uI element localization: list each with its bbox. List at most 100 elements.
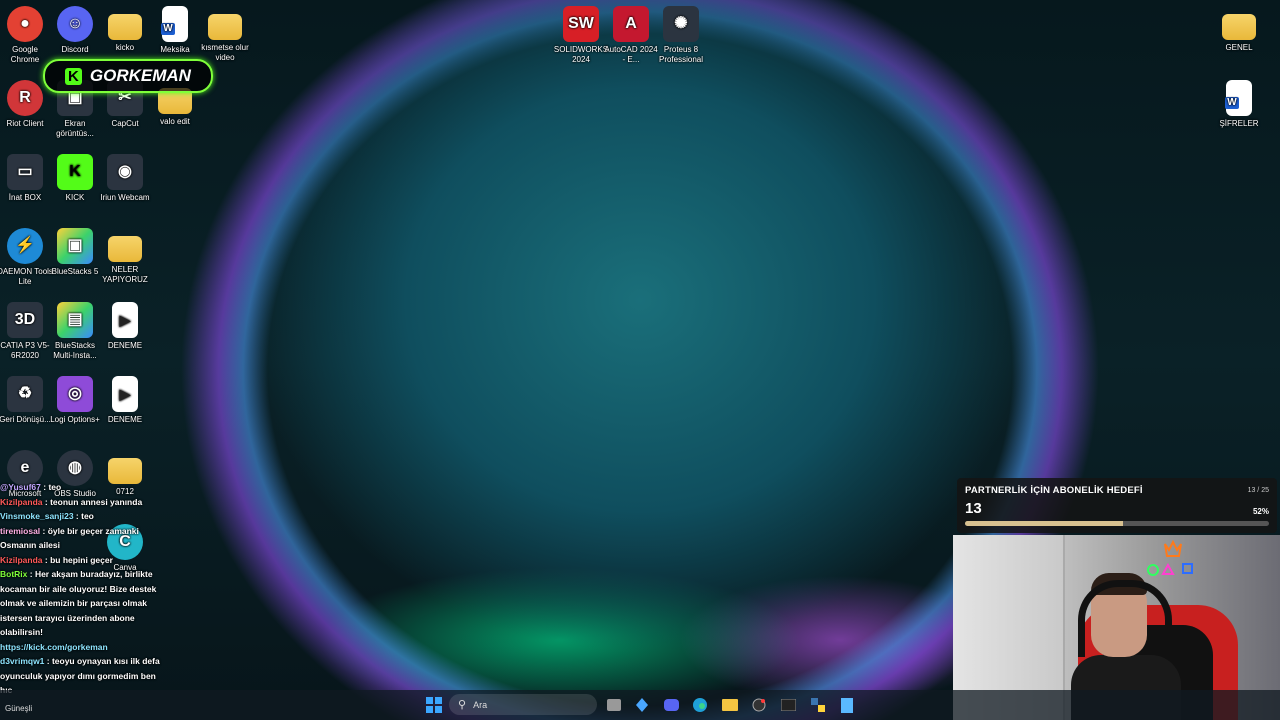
goal-current-count: 13 <box>965 500 982 517</box>
desktop-icon-label: valo edit <box>160 117 190 126</box>
daemon-icon: ⚡ <box>7 228 43 264</box>
kick-icon: K <box>57 154 93 190</box>
start-icon[interactable] <box>425 697 443 713</box>
folder-icon <box>108 236 142 262</box>
bluestacks-icon: ▣ <box>57 228 93 264</box>
desktop-icon[interactable]: ✺ Proteus 8 Professional <box>653 6 709 65</box>
search-placeholder: Ara <box>473 699 488 710</box>
desktop-icon-label: KICK <box>65 193 85 202</box>
file-explorer-icon[interactable] <box>721 697 739 713</box>
desktop-icon-label: Ekran görüntüs... <box>56 119 94 138</box>
chat-message: @Yusuf67 : teo <box>0 480 170 495</box>
video-file-icon: ▶ <box>112 302 138 338</box>
logi-icon: ◎ <box>57 376 93 412</box>
chat-message: Kizilpanda : teonun annesi yanında <box>0 495 170 510</box>
desktop-icon[interactable]: ▶ DENEME <box>97 376 153 425</box>
desktop-icon[interactable]: 3D CATIA P3 V5-6R2020 <box>0 302 53 361</box>
terminal-icon[interactable] <box>779 697 797 713</box>
desktop-icon[interactable]: SW SOLIDWORKS 2024 <box>553 6 609 65</box>
desktop-icon[interactable]: ▭ İnat BOX <box>0 154 53 203</box>
chat-message: https://kick.com/gorkeman <box>0 640 170 655</box>
riot-icon: R <box>7 80 43 116</box>
task-view-icon[interactable] <box>605 697 623 713</box>
tv-icon: ▭ <box>7 154 43 190</box>
desktop-icon[interactable]: ☺ Discord <box>47 6 103 55</box>
desktop-icon-label: GENEL <box>1225 43 1253 52</box>
desktop-icon[interactable]: ● Google Chrome <box>0 6 53 65</box>
folder-icon <box>1222 14 1256 40</box>
desktop-icon-label: Geri Dönüşü... <box>0 415 51 424</box>
notepad-icon[interactable] <box>838 697 856 713</box>
chat-message: Kizilpanda : bu hepini geçer <box>0 553 170 568</box>
word-document-icon: W <box>161 6 188 42</box>
desktop-icon[interactable]: K KICK <box>47 154 103 203</box>
desktop-icon[interactable]: ▶ DENEME <box>97 302 153 351</box>
recycle-bin-icon: ♻ <box>7 376 43 412</box>
desktop-icon[interactable]: ⚡ DAEMON Tools Lite <box>0 228 53 287</box>
python-icon[interactable] <box>809 697 827 713</box>
desktop-icon[interactable]: A AutoCAD 2024 - E... <box>603 6 659 65</box>
subscription-goal-widget: PARTNERLİK İÇİN ABONELİK HEDEFİ 13 13 / … <box>957 478 1277 533</box>
desktop-icon[interactable]: W ŞİFRELER <box>1211 80 1267 129</box>
kick-logo-letter: K <box>65 67 82 85</box>
desktop-icon[interactable]: GENEL <box>1211 6 1267 53</box>
desktop-icon-label: İnat BOX <box>8 193 42 202</box>
desktop-icon-label: Logi Options+ <box>50 415 100 424</box>
desktop-icon[interactable]: kısmetse olur video <box>197 6 253 63</box>
chat-username: BotRix <box>0 569 28 579</box>
discord-icon: ☺ <box>57 6 93 42</box>
chat-username: Vinsmoke_sanji23 <box>0 511 74 521</box>
steam-icon[interactable] <box>750 697 768 713</box>
chat-text[interactable]: https://kick.com/gorkeman <box>0 642 108 652</box>
desktop-icon-label: CapCut <box>111 119 139 128</box>
chat-message: BotRix : Her akşam buradayız, birlikte k… <box>0 567 170 640</box>
desktop-icon[interactable]: ▤ BlueStacks Multi-Insta... <box>47 302 103 361</box>
desktop-icon-label: ŞİFRELER <box>1219 119 1259 128</box>
taskbar-search[interactable]: ⚲ Ara <box>449 694 597 715</box>
catia-icon: 3D <box>7 302 43 338</box>
edge-taskbar-icon[interactable] <box>691 697 709 713</box>
desktop-icon-label: Meksika <box>160 45 190 54</box>
desktop-icon-label: Proteus 8 Professional <box>658 45 704 64</box>
desktop-icon-label: DENEME <box>107 415 143 424</box>
solidworks-icon: SW <box>563 6 599 42</box>
discord-taskbar-icon[interactable] <box>662 697 680 713</box>
desktop-icon-label: Discord <box>61 45 89 54</box>
desktop-icon-label: CATIA P3 V5-6R2020 <box>0 341 50 360</box>
desktop-icon-label: DENEME <box>107 341 143 350</box>
desktop-icon[interactable]: R Riot Client <box>0 80 53 129</box>
goal-progress-fill <box>965 521 1124 526</box>
desktop-icon-label: AutoCAD 2024 - E... <box>604 45 658 64</box>
weather-widget[interactable]: Güneşli <box>5 704 32 713</box>
proteus-icon: ✺ <box>663 6 699 42</box>
desktop-icon-label: Riot Client <box>6 119 44 128</box>
chat-username: @Yusuf67 <box>0 482 41 492</box>
gorkeman-overlay-logo: K GORKEMAN <box>43 59 213 93</box>
goal-title: PARTNERLİK İÇİN ABONELİK HEDEFİ <box>965 485 1143 496</box>
desktop-icon[interactable]: kicko <box>97 6 153 53</box>
desktop-icon[interactable]: ▣ BlueStacks 5 <box>47 228 103 277</box>
desktop-icon[interactable]: W Meksika <box>147 6 203 55</box>
desktop-icon-label: BlueStacks Multi-Insta... <box>53 341 97 360</box>
word-document-icon: W <box>1225 80 1252 116</box>
desktop-icon[interactable]: NELER YAPIYORUZ <box>97 228 153 285</box>
goal-progress-bar <box>965 521 1269 526</box>
desktop-icon-label: BlueStacks 5 <box>51 267 99 276</box>
stream-chat: @Yusuf67 : teo Kizilpanda : teonun annesi… <box>0 480 170 698</box>
desktop-icon-label: Google Chrome <box>10 45 40 64</box>
desktop-icon[interactable]: ♻ Geri Dönüşü... <box>0 376 53 425</box>
chat-username: Kizilpanda <box>0 554 43 565</box>
headphones <box>1078 580 1172 657</box>
desktop-icon-label: SOLIDWORKS 2024 <box>553 45 609 64</box>
desktop-icon[interactable]: ◎ Logi Options+ <box>47 376 103 425</box>
desktop-icon-label: kicko <box>115 43 135 52</box>
desktop-icon-label: NELER YAPIYORUZ <box>102 265 148 284</box>
webcam-icon: ◉ <box>107 154 143 190</box>
chat-text: : teo <box>40 482 62 492</box>
autocad-icon: A <box>613 6 649 42</box>
desktop-icon-label: Iriun Webcam <box>100 193 150 202</box>
app-icon[interactable] <box>633 697 651 713</box>
chat-message: Vinsmoke_sanji23 : teo <box>0 509 170 524</box>
folder-icon <box>208 14 242 40</box>
desktop-icon[interactable]: ◉ Iriun Webcam <box>97 154 153 203</box>
